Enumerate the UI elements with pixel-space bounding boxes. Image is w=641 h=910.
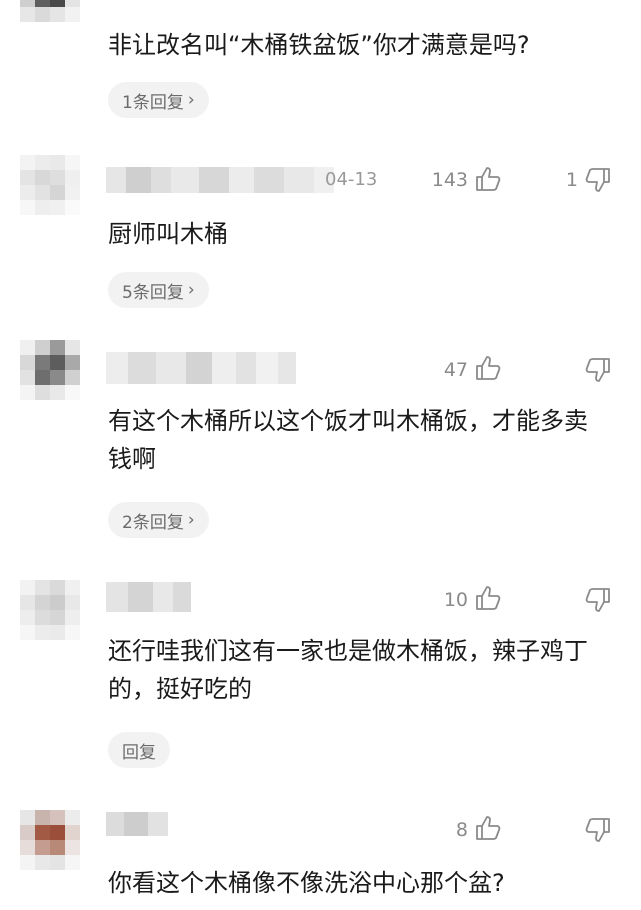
- comment-0: 非让改名叫“木桶铁盆饭”你才满意是吗? 1条回复 ›: [0, 0, 641, 130]
- thumbs-down-icon[interactable]: [584, 356, 612, 384]
- reply-label: 回复: [122, 742, 156, 763]
- username-blurred[interactable]: [106, 582, 191, 612]
- like-count: 10: [443, 589, 468, 611]
- comment-3: 10 还行哇我们这有一家也是做木桶饭，辣子鸡丁的，挺好吃的 回复: [0, 570, 641, 780]
- reply-button[interactable]: 回复: [108, 732, 170, 768]
- reply-label: 2条回复: [122, 512, 184, 533]
- thumbs-down-icon[interactable]: [584, 166, 612, 194]
- avatar[interactable]: [20, 340, 80, 400]
- comment-date: 04-13: [325, 169, 378, 190]
- avatar[interactable]: [20, 155, 80, 215]
- username-blurred[interactable]: [106, 812, 168, 836]
- reply-button[interactable]: 1条回复 ›: [108, 82, 209, 118]
- comment-text: 非让改名叫“木桶铁盆饭”你才满意是吗?: [108, 31, 530, 59]
- comment-1: 04-13 143 1 厨师叫木桶 5条回复 ›: [0, 150, 641, 320]
- comment-text: 有这个木桶所以这个饭才叫木桶饭，才能多卖钱啊: [108, 407, 588, 473]
- comment-text: 你看这个木桶像不像洗浴中心那个盆?: [108, 869, 505, 897]
- chevron-right-icon: ›: [187, 510, 195, 530]
- reply-button[interactable]: 2条回复 ›: [108, 502, 209, 538]
- like-count: 143: [431, 169, 468, 191]
- reply-label: 1条回复: [122, 92, 184, 113]
- thumbs-up-icon[interactable]: [474, 354, 502, 382]
- username-blurred[interactable]: [106, 167, 334, 193]
- avatar[interactable]: [20, 810, 80, 870]
- like-count: 47: [443, 359, 468, 381]
- comment-text: 厨师叫木桶: [108, 220, 228, 248]
- comment-text: 还行哇我们这有一家也是做木桶饭，辣子鸡丁的，挺好吃的: [108, 637, 588, 703]
- reply-button[interactable]: 5条回复 ›: [108, 272, 209, 308]
- avatar[interactable]: [20, 580, 80, 640]
- username-blurred[interactable]: [106, 352, 296, 384]
- like-count: 8: [455, 819, 468, 841]
- thumbs-up-icon[interactable]: [474, 584, 502, 612]
- chevron-right-icon: ›: [187, 280, 195, 300]
- thumbs-down-icon[interactable]: [584, 586, 612, 614]
- chevron-right-icon: ›: [187, 90, 195, 110]
- thumbs-up-icon[interactable]: [474, 165, 502, 193]
- reply-label: 5条回复: [122, 282, 184, 303]
- avatar[interactable]: [20, 0, 80, 22]
- thumbs-up-icon[interactable]: [474, 814, 502, 842]
- comment-2: 47 有这个木桶所以这个饭才叫木桶饭，才能多卖钱啊 2条回复 ›: [0, 340, 641, 550]
- dislike-count: 1: [565, 169, 578, 191]
- comment-4: 8 你看这个木桶像不像洗浴中心那个盆?: [0, 800, 641, 910]
- thumbs-down-icon[interactable]: [584, 816, 612, 844]
